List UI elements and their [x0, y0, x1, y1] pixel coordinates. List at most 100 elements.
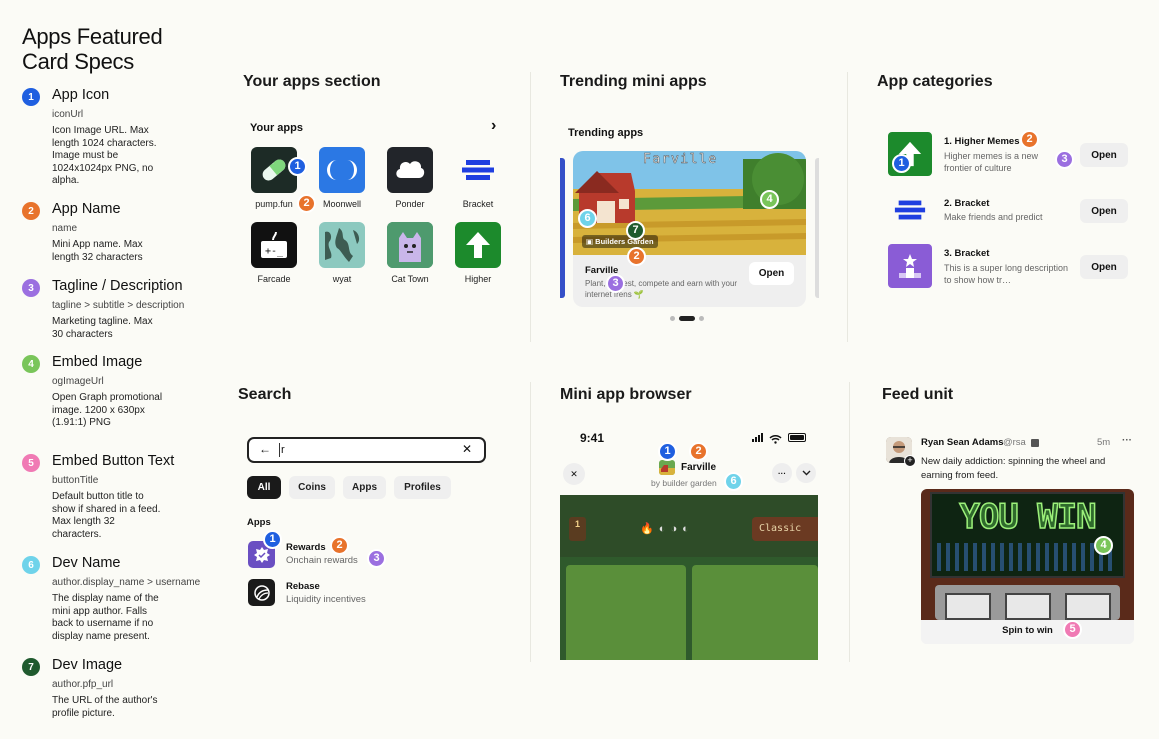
- search-bar[interactable]: ← r ✕: [247, 437, 486, 463]
- divider: [530, 72, 531, 342]
- badge-icon: [1031, 439, 1039, 447]
- badge-1: 1: [658, 442, 677, 461]
- badge-2: 2: [627, 247, 646, 266]
- spec-embed-image: 4 Embed Image ogImageUrl Open Graph prom…: [22, 354, 202, 435]
- spec-title: Embed Image: [52, 354, 143, 370]
- category-icon-bracket: [888, 188, 932, 232]
- minimize-button[interactable]: [796, 463, 816, 483]
- chevron-down-icon: [802, 470, 810, 476]
- browser-author: by builder garden: [651, 478, 717, 488]
- result-name: Rebase: [286, 581, 320, 592]
- spec-title: App Icon: [52, 87, 110, 103]
- app-tile-farcade[interactable]: +-_ Farcade: [239, 222, 309, 284]
- section-title-feed: Feed unit: [882, 386, 954, 403]
- category-name: 1. Higher Memes: [944, 136, 1020, 147]
- app-label: Ponder: [395, 199, 425, 209]
- feed-time: 5m: [1097, 437, 1111, 448]
- filter-chip-apps[interactable]: Apps: [343, 476, 386, 499]
- open-button[interactable]: Open: [1080, 199, 1128, 223]
- embed-card[interactable]: YOU WIN Spin to win: [921, 489, 1134, 644]
- embed-banner-text: YOU WIN: [959, 496, 1098, 538]
- section-title-your-apps: Your apps section: [243, 73, 381, 90]
- result-name: Rewards: [286, 542, 326, 553]
- result-desc: Onchain rewards: [286, 555, 358, 566]
- higher-arrow-icon: [455, 222, 501, 268]
- embed-button[interactable]: Spin to win: [921, 620, 1134, 644]
- open-button[interactable]: Open: [1080, 255, 1128, 279]
- section-title-trending: Trending mini apps: [560, 73, 707, 90]
- app-label: Bracket: [462, 199, 494, 209]
- badge-1: 1: [892, 154, 911, 173]
- category-desc: This is a super long description to show…: [944, 263, 1069, 285]
- spec-title: Tagline / Description: [52, 278, 183, 294]
- feed-user-name[interactable]: Ryan Sean Adams: [921, 437, 1004, 448]
- slot-figures: [937, 543, 1117, 571]
- wifi-icon: [769, 431, 782, 449]
- search-input[interactable]: r: [279, 443, 285, 457]
- spec-app-name: 2 App Name name Mini App name. Max lengt…: [22, 201, 202, 263]
- farcade-icon: +-_: [251, 222, 297, 268]
- farville-icon: [659, 460, 675, 475]
- slot-reels: [935, 585, 1120, 620]
- cattown-icon: [387, 222, 433, 268]
- back-arrow-icon[interactable]: ←: [259, 442, 271, 456]
- app-tile-bracket[interactable]: Bracket: [443, 147, 513, 209]
- category-desc: Make friends and predict: [944, 212, 1043, 222]
- builder-pill: ▣ Builders Garden: [582, 235, 658, 248]
- app-tile-moonwell[interactable]: Moonwell: [307, 147, 377, 209]
- spec-number: 4: [22, 355, 40, 373]
- filter-chip-coins[interactable]: Coins: [289, 476, 335, 499]
- category-name: 3. Bracket: [944, 248, 990, 259]
- badge-6: 6: [724, 472, 743, 491]
- chevron-right-icon[interactable]: ›: [491, 117, 496, 135]
- spec-desc: Default button title to show if shared i…: [52, 491, 161, 540]
- badge-1: 1: [288, 157, 307, 176]
- category-desc: Higher memes is a new frontier of cultur…: [944, 151, 1039, 173]
- spec-title: Dev Image: [52, 657, 123, 673]
- section-title-categories: App categories: [877, 73, 993, 90]
- status-time: 9:41: [580, 431, 605, 445]
- app-label: Farcade: [257, 274, 291, 284]
- carousel-dot[interactable]: [699, 316, 704, 321]
- app-tile-wyat[interactable]: wyat: [307, 222, 377, 284]
- app-tile-ponder[interactable]: Ponder: [375, 147, 445, 209]
- feed-handle[interactable]: @rsa: [1003, 437, 1026, 448]
- trending-header: Trending apps: [568, 127, 644, 139]
- your-apps-header: Your apps: [250, 122, 303, 134]
- filter-chip-profiles[interactable]: Profiles: [394, 476, 451, 499]
- clear-icon[interactable]: ✕: [462, 442, 472, 456]
- open-button[interactable]: Open: [1080, 143, 1128, 167]
- open-button[interactable]: Open: [749, 262, 794, 285]
- app-tile-higher[interactable]: Higher: [443, 222, 513, 284]
- resource-icons: 🔥 ◐ ◑ ◐: [640, 523, 690, 535]
- section-title-search: Search: [238, 386, 292, 403]
- spec-number: 2: [22, 202, 40, 220]
- filter-chip-all[interactable]: All: [247, 476, 281, 499]
- ponder-icon: [387, 147, 433, 193]
- mini-app-viewport[interactable]: 1 🔥 ◐ ◑ ◐ Classic: [560, 495, 818, 660]
- spec-desc: The URL of the author's profile picture.: [52, 695, 158, 719]
- more-button[interactable]: ···: [772, 463, 792, 483]
- spec-key: author.display_name > username: [52, 577, 201, 588]
- signal-icon: [752, 433, 763, 442]
- game-plot-left[interactable]: [566, 565, 686, 660]
- spec-key: buttonTitle: [52, 475, 99, 486]
- spec-desc: Mini App name. Max length 32 characters: [52, 239, 143, 263]
- game-plot-right[interactable]: [692, 565, 818, 660]
- spec-key: tagline > subtitle > description: [52, 300, 185, 311]
- category-name: 2. Bracket: [944, 198, 990, 209]
- follow-plus-icon[interactable]: +: [904, 455, 916, 467]
- search-result[interactable]: Rebase Liquidity incentives: [247, 578, 447, 608]
- close-button[interactable]: ✕: [563, 463, 585, 485]
- app-tile-cattown[interactable]: Cat Town: [375, 222, 445, 284]
- app-label: wyat: [332, 274, 352, 284]
- feed-more-button[interactable]: ···: [1122, 435, 1132, 446]
- carousel-peek-left: [560, 158, 565, 298]
- carousel-dot-active[interactable]: [679, 316, 695, 321]
- app-label: Moonwell: [322, 199, 362, 209]
- carousel-dot[interactable]: [670, 316, 675, 321]
- moonwell-icon: [319, 147, 365, 193]
- carousel-dots[interactable]: [670, 316, 704, 321]
- badge-3: 3: [367, 549, 386, 568]
- spec-tagline: 3 Tagline / Description tagline > subtit…: [22, 278, 202, 340]
